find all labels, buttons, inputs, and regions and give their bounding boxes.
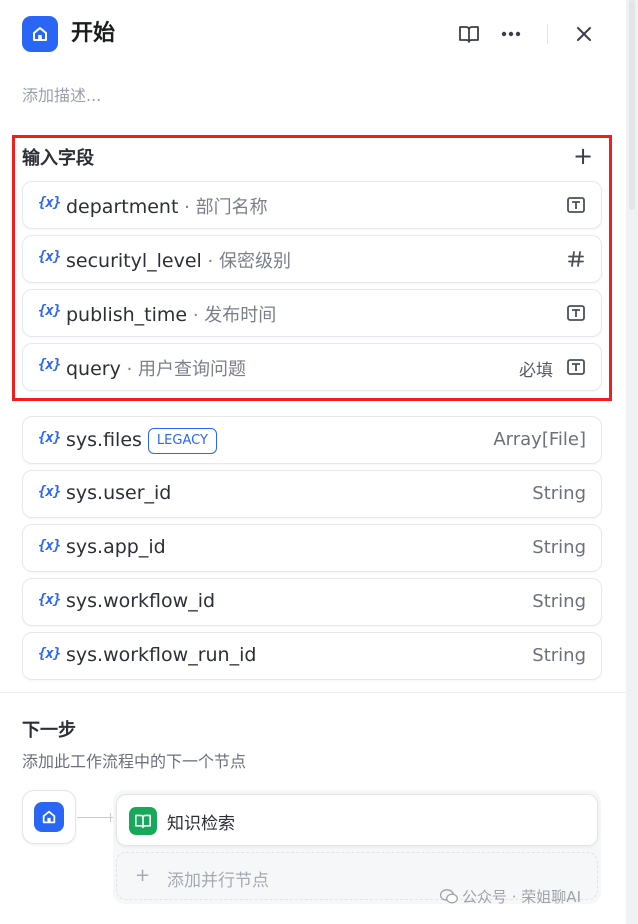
home-icon [34, 802, 64, 832]
watermark-text: 公众号 · 荣姐聊AI [462, 888, 581, 906]
field-name: department [66, 196, 179, 218]
scrollbar[interactable] [626, 0, 638, 924]
legacy-badge: LEGACY [147, 428, 217, 454]
more-icon[interactable] [499, 22, 523, 46]
wechat-icon [440, 889, 458, 904]
node-label: 知识检索 [167, 814, 235, 834]
scrollbar-thumb[interactable] [629, 0, 635, 210]
field-description: · 发布时间 [187, 305, 277, 326]
field-description: · 部门名称 [178, 197, 268, 218]
variable-name: sys.user_id [66, 482, 172, 504]
variable-type: String [532, 591, 586, 612]
description-input[interactable]: 添加描述... [22, 82, 101, 106]
variable-type: Array[File] [493, 429, 586, 450]
book-icon[interactable] [457, 22, 481, 46]
variable-type: String [532, 645, 586, 666]
variable-icon: {x} [38, 430, 61, 446]
page-title: 开始 [71, 21, 116, 46]
system-variable-row: {x} sys.workflow_run_id String [22, 632, 602, 680]
home-icon [22, 16, 58, 52]
next-step-title: 下一步 [22, 720, 76, 741]
knowledge-book-icon [129, 807, 157, 835]
variable-icon: {x} [38, 303, 61, 319]
field-description: · 保密级别 [201, 251, 291, 272]
system-variable-row: {x} sys.app_id String [22, 524, 602, 572]
input-field-row[interactable]: {x} department · 部门名称 [22, 181, 602, 229]
variable-name: sys.app_id [66, 536, 166, 558]
variable-icon: {x} [38, 357, 61, 373]
text-icon [566, 357, 586, 377]
section-divider [0, 692, 626, 693]
variable-icon: {x} [38, 195, 61, 211]
variable-type: String [532, 483, 586, 504]
next-step-description: 添加此工作流程中的下一个节点 [22, 752, 247, 771]
knowledge-retrieval-node[interactable]: 知识检索 [116, 794, 598, 846]
connector-end [110, 813, 111, 822]
variable-name: sys.files [66, 429, 142, 451]
system-variable-row: {x} sys.user_id String [22, 470, 602, 518]
variable-icon: {x} [38, 592, 61, 608]
text-icon [566, 195, 586, 215]
connector-line [77, 817, 113, 818]
input-fields-title: 输入字段 [22, 148, 94, 169]
input-field-row[interactable]: {x} query · 用户查询问题 必填 [22, 343, 602, 391]
input-field-row[interactable]: {x} securityl_level · 保密级别 [22, 235, 602, 283]
close-icon[interactable] [572, 22, 596, 46]
add-parallel-label: 添加并行节点 [167, 871, 269, 891]
system-variable-row: {x} sys.workflow_id String [22, 578, 602, 626]
field-description: · 用户查询问题 [120, 359, 247, 380]
variable-name: sys.workflow_run_id [66, 644, 257, 666]
system-variable-row: {x} sys.files LEGACY Array[File] [22, 416, 602, 464]
required-label: 必填 [519, 361, 553, 381]
add-field-button[interactable]: + [570, 144, 596, 170]
field-name: query [66, 358, 121, 380]
variable-icon: {x} [38, 484, 61, 500]
number-icon [566, 249, 586, 269]
field-name: publish_time [66, 304, 188, 326]
panel-header: 开始 [22, 16, 602, 52]
variable-icon: {x} [38, 249, 61, 265]
variable-name: sys.workflow_id [66, 590, 216, 612]
start-node [22, 790, 76, 844]
text-icon [566, 303, 586, 323]
watermark: 公众号 · 荣姐聊AI [440, 886, 581, 907]
field-name: securityl_level [66, 250, 202, 272]
input-field-row[interactable]: {x} publish_time · 发布时间 [22, 289, 602, 337]
variable-type: String [532, 537, 586, 558]
header-divider [547, 24, 548, 44]
plus-icon: + [135, 865, 151, 886]
variable-icon: {x} [38, 646, 61, 662]
variable-icon: {x} [38, 538, 61, 554]
